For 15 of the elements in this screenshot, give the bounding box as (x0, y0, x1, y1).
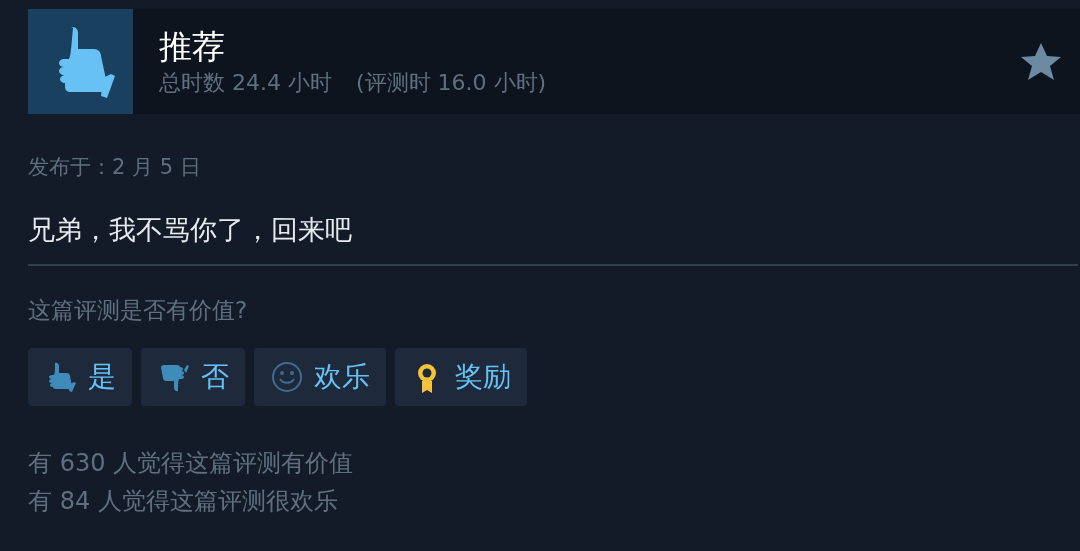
award-button[interactable]: 奖励 (395, 348, 527, 406)
star-icon[interactable] (1020, 41, 1062, 82)
vote-count-text: 有 84 人觉得这篇评测很欢乐 (28, 486, 339, 517)
review-playtime-text: (评测时 16.0 小时) (356, 68, 547, 97)
funny-button[interactable]: 欢乐 (254, 348, 386, 406)
review-title: 推荐 (159, 25, 226, 68)
yes-button[interactable]: 是 (28, 348, 132, 406)
helpful-question: 这篇评测是否有价值? (28, 296, 249, 325)
smiley-icon (270, 360, 304, 394)
thumbs-up-icon (28, 9, 133, 114)
vote-count-text: 有 630 人觉得这篇评测有价值 (28, 448, 355, 479)
no-button[interactable]: 否 (141, 348, 245, 406)
posted-date: 发布于：2 月 5 日 (28, 154, 202, 181)
review-text: 兄弟，我不骂你了，回来吧 (28, 213, 353, 247)
playtime-text: 总时数 24.4 小时 (159, 68, 332, 97)
